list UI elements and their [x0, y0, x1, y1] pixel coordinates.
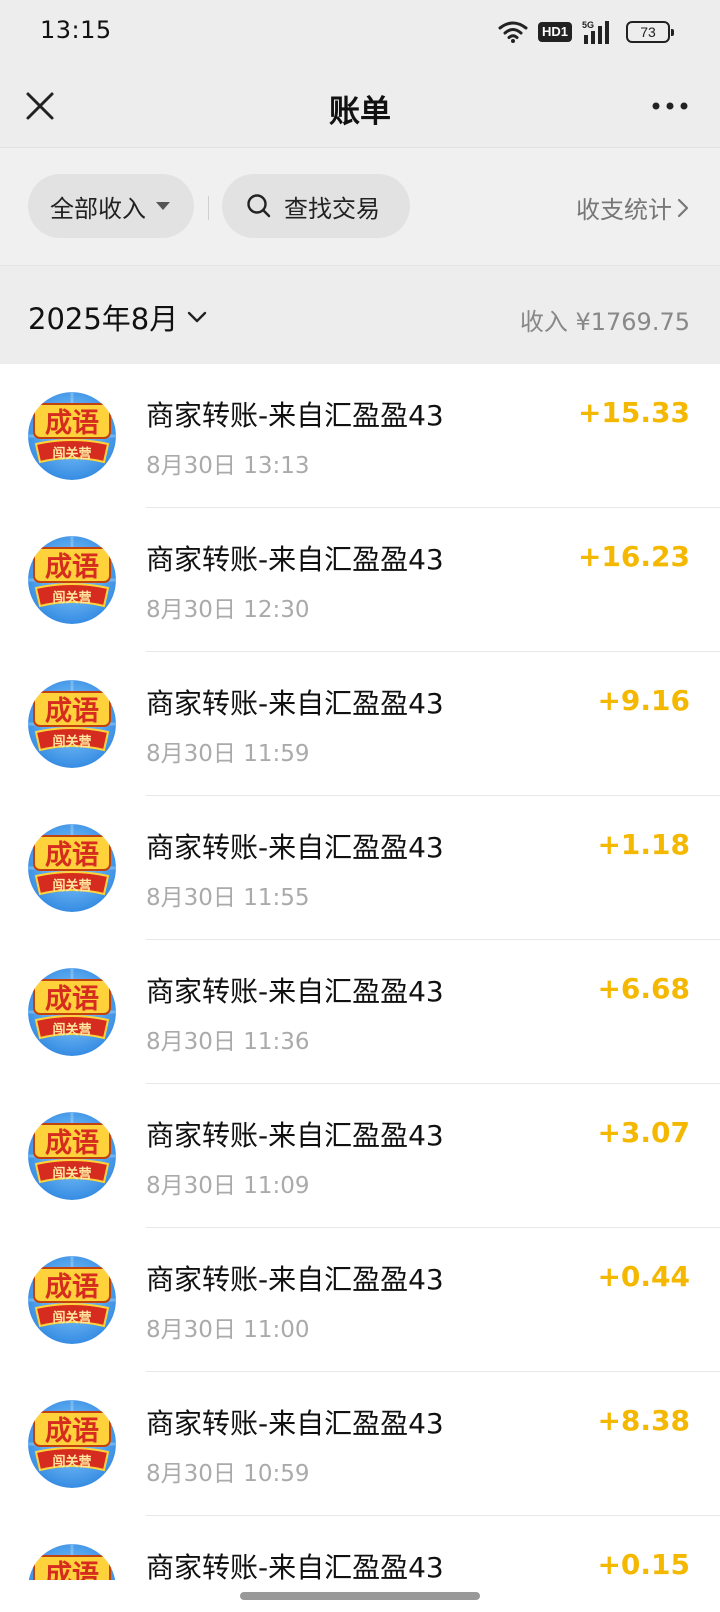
page-title: 账单 — [329, 94, 391, 130]
status-time: 13:15 — [40, 16, 112, 44]
transaction-row[interactable]: 成语 闯关营 商家转账-来自汇盈盈43 8月30日 11:36 +6.68 — [0, 940, 720, 1084]
idiom-game-logo-icon: 成语 闯关营 — [28, 1400, 116, 1488]
svg-text:闯关营: 闯关营 — [52, 878, 91, 894]
idiom-game-logo-icon: 成语 闯关营 — [28, 1256, 116, 1344]
transaction-amount: +15.33 — [577, 396, 690, 429]
merchant-avatar: 成语 闯关营 — [28, 392, 116, 480]
merchant-avatar: 成语 闯关营 — [28, 968, 116, 1056]
home-indicator[interactable] — [240, 1592, 480, 1600]
transaction-amount: +0.15 — [597, 1548, 690, 1581]
transaction-time: 8月30日 11:09 — [146, 1173, 310, 1199]
search-icon — [247, 194, 271, 218]
transaction-time: 8月30日 11:55 — [146, 885, 310, 911]
chevron-right-icon — [677, 198, 689, 217]
merchant-avatar: 成语 闯关营 — [28, 1256, 116, 1344]
transaction-title: 商家转账-来自汇盈盈43 — [146, 975, 444, 1008]
month-label: 2025年8月 — [28, 302, 179, 336]
merchant-avatar: 成语 闯关营 — [28, 680, 116, 768]
hd-badge: HD1 — [537, 22, 572, 42]
wifi-icon — [498, 21, 528, 43]
transaction-time: 8月30日 11:36 — [146, 1029, 310, 1055]
transaction-amount: +0.44 — [597, 1260, 690, 1293]
nav-bar: 账单 — [0, 64, 720, 148]
status-bar: 13:15 HD1 5G 73 — [0, 0, 720, 64]
transaction-row[interactable]: 成语 闯关营 商家转账-来自汇盈盈43 8月30日 13:13 +15.33 — [0, 364, 720, 508]
caret-down-icon — [156, 202, 170, 210]
income-total: 收入 ¥1769.75 — [519, 308, 690, 336]
stats-link[interactable]: 收支统计 — [576, 190, 690, 225]
transaction-time: 8月30日 11:59 — [146, 741, 310, 767]
svg-text:闯关营: 闯关营 — [52, 734, 91, 750]
transaction-row[interactable]: 成语 闯关营 商家转账-来自汇盈盈43 8月30日 12:30 +16.23 — [0, 508, 720, 652]
merchant-avatar: 成语 闯关营 — [28, 1112, 116, 1200]
search-label: 查找交易 — [284, 194, 380, 223]
merchant-avatar: 成语 闯关营 — [28, 536, 116, 624]
transaction-time: 8月30日 12:30 — [146, 597, 310, 623]
svg-text:成语: 成语 — [45, 840, 99, 871]
idiom-game-logo-icon: 成语 闯关营 — [28, 680, 116, 768]
transaction-amount: +9.16 — [597, 684, 690, 717]
transaction-row[interactable]: 成语 闯关营 商家转账-来自汇盈盈43 8月30日 11:09 +3.07 — [0, 1084, 720, 1228]
chevron-down-icon — [188, 311, 207, 323]
transaction-title: 商家转账-来自汇盈盈43 — [146, 1407, 444, 1440]
stats-label: 收支统计 — [576, 196, 672, 224]
transaction-amount: +16.23 — [577, 540, 690, 573]
merchant-avatar: 成语 闯关营 — [28, 1400, 116, 1488]
income-filter-button[interactable]: 全部收入 — [28, 174, 194, 238]
month-selector[interactable]: 2025年8月 — [28, 296, 208, 338]
income-filter-label: 全部收入 — [50, 194, 146, 223]
more-icon[interactable] — [648, 92, 692, 120]
svg-text:闯关营: 闯关营 — [52, 1310, 91, 1326]
battery-level: 73 — [640, 24, 656, 40]
filter-divider — [208, 196, 209, 220]
svg-text:成语: 成语 — [45, 984, 99, 1015]
month-header: 2025年8月 收入 ¥1769.75 — [0, 266, 720, 364]
transaction-amount: +8.38 — [597, 1404, 690, 1437]
svg-text:闯关营: 闯关营 — [52, 1454, 91, 1470]
svg-text:成语: 成语 — [45, 1272, 99, 1303]
svg-text:成语: 成语 — [45, 1128, 99, 1159]
transaction-row[interactable]: 成语 闯关营 商家转账-来自汇盈盈43 8月30日 11:59 +9.16 — [0, 652, 720, 796]
svg-text:5G: 5G — [582, 20, 594, 30]
transaction-title: 商家转账-来自汇盈盈43 — [146, 1263, 444, 1296]
svg-text:成语: 成语 — [45, 408, 99, 439]
svg-text:闯关营: 闯关营 — [52, 446, 91, 462]
transaction-title: 商家转账-来自汇盈盈43 — [146, 831, 444, 864]
bill-screen: 13:15 HD1 5G 73 账单 全部收入 查找交易 收支统计 2025年8… — [0, 0, 720, 1612]
svg-text:闯关营: 闯关营 — [52, 590, 91, 606]
transaction-amount: +6.68 — [597, 972, 690, 1005]
svg-text:闯关营: 闯关营 — [52, 1022, 91, 1038]
svg-text:成语: 成语 — [45, 696, 99, 727]
filter-bar: 全部收入 查找交易 收支统计 — [0, 148, 720, 266]
idiom-game-logo-icon: 成语 闯关营 — [28, 392, 116, 480]
battery-icon: 73 — [626, 21, 674, 43]
transaction-time: 8月30日 11:00 — [146, 1317, 310, 1343]
svg-text:成语: 成语 — [45, 1416, 99, 1447]
transaction-amount: +3.07 — [597, 1116, 690, 1149]
transaction-row[interactable]: 成语 闯关营 商家转账-来自汇盈盈43 8月30日 10:59 +8.38 — [0, 1372, 720, 1516]
signal-icon: 5G — [582, 20, 609, 44]
idiom-game-logo-icon: 成语 闯关营 — [28, 1112, 116, 1200]
idiom-game-logo-icon: 成语 闯关营 — [28, 824, 116, 912]
idiom-game-logo-icon: 成语 闯关营 — [28, 536, 116, 624]
transaction-row[interactable]: 成语 闯关营 商家转账-来自汇盈盈43 8月30日 11:55 +1.18 — [0, 796, 720, 940]
transaction-row[interactable]: 成语 闯关营 商家转账-来自汇盈盈43 8月30日 11:00 +0.44 — [0, 1228, 720, 1372]
transaction-title: 商家转账-来自汇盈盈43 — [146, 687, 444, 720]
svg-text:成语: 成语 — [45, 552, 99, 583]
idiom-game-logo-icon: 成语 闯关营 — [28, 968, 116, 1056]
transaction-title: 商家转账-来自汇盈盈43 — [146, 399, 444, 432]
transaction-time: 8月30日 10:59 — [146, 1461, 310, 1487]
merchant-avatar: 成语 闯关营 — [28, 824, 116, 912]
transaction-title: 商家转账-来自汇盈盈43 — [146, 543, 444, 576]
search-transactions-button[interactable]: 查找交易 — [222, 174, 410, 238]
svg-text:闯关营: 闯关营 — [52, 1166, 91, 1182]
transaction-list: 成语 闯关营 商家转账-来自汇盈盈43 8月30日 13:13 +15.33 成… — [0, 364, 720, 1612]
status-icons: HD1 5G 73 — [498, 18, 674, 46]
transaction-time: 8月30日 13:13 — [146, 453, 310, 479]
transaction-title: 商家转账-来自汇盈盈43 — [146, 1119, 444, 1152]
transaction-amount: +1.18 — [597, 828, 690, 861]
